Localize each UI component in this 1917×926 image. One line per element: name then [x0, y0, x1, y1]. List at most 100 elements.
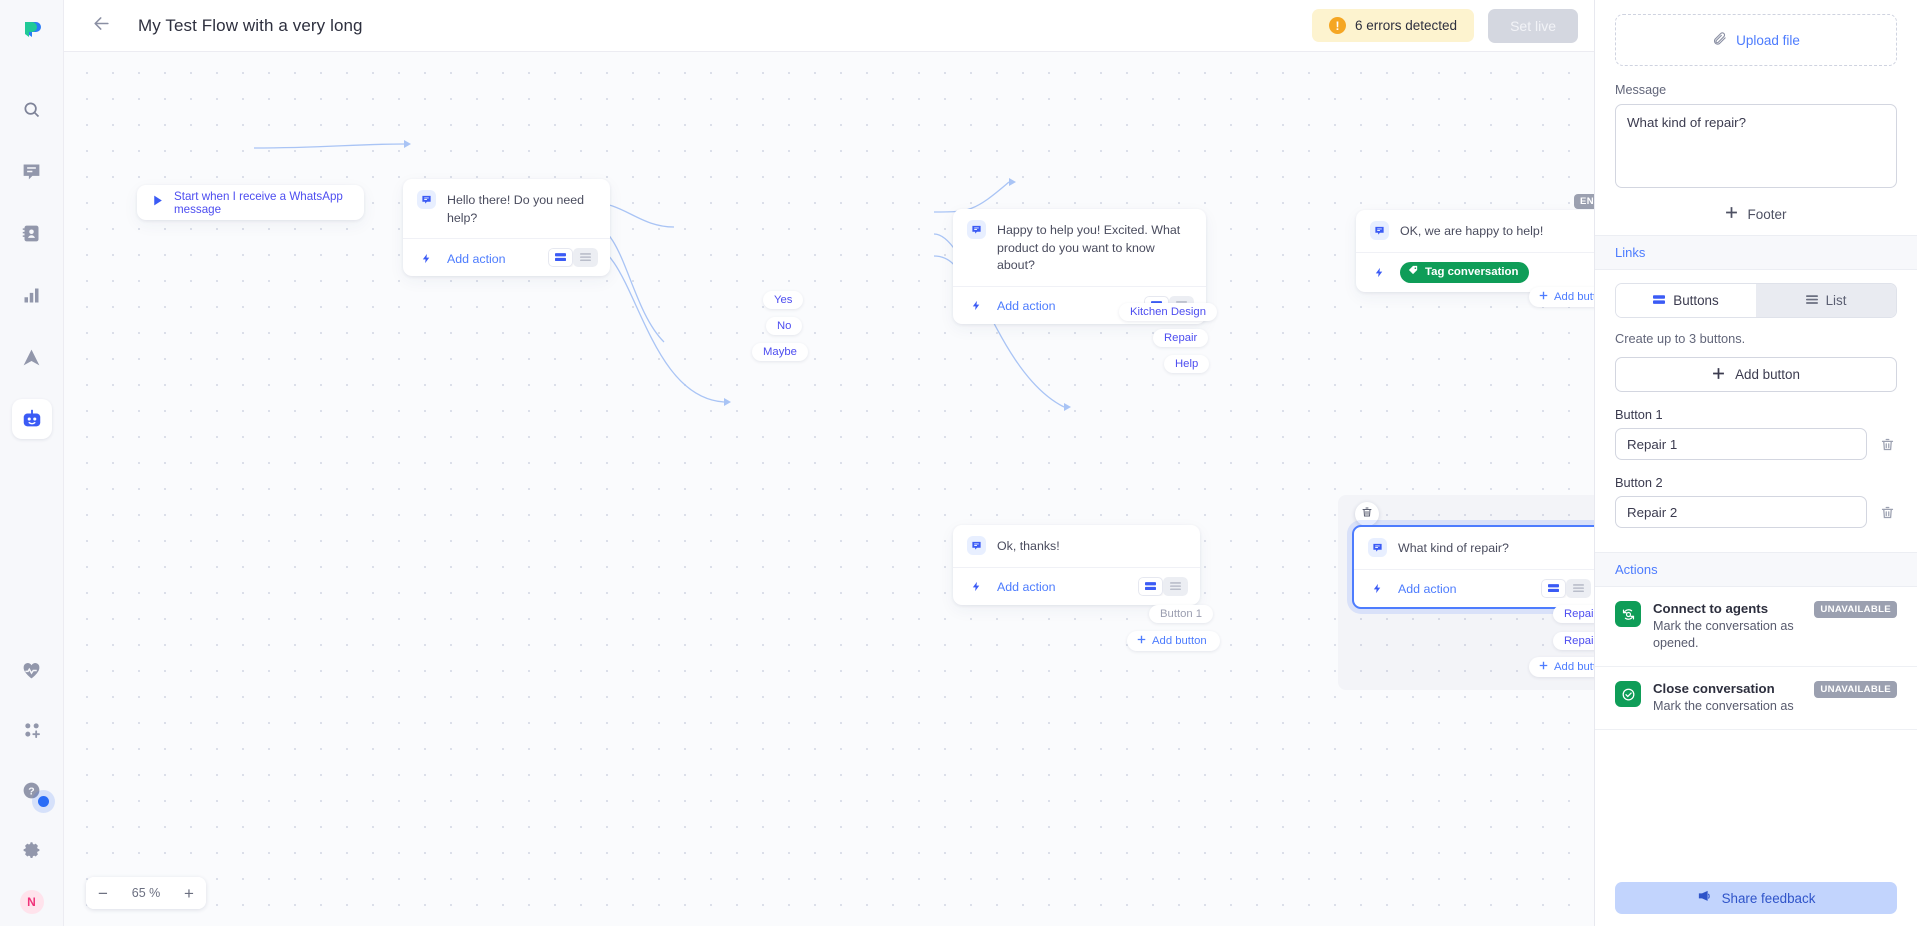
branch-pill-no[interactable]: No — [766, 317, 803, 335]
plus-icon — [1137, 635, 1146, 647]
app-logo[interactable] — [19, 17, 45, 43]
layout-toggle — [1138, 576, 1188, 596]
bolt-icon — [967, 579, 986, 593]
status-badge: UNAVAILABLE — [1814, 681, 1897, 698]
heart-pulse-icon — [21, 660, 42, 681]
rail-item-integrations[interactable] — [12, 710, 52, 750]
set-live-button[interactable]: Set live — [1488, 8, 1578, 43]
node-message-row: Happy to help you! Excited. What product… — [953, 209, 1206, 286]
branch-pill-kitchen-design[interactable]: Kitchen Design — [1119, 303, 1217, 321]
contacts-book-icon — [21, 223, 42, 244]
chat-bubble-icon — [417, 190, 436, 209]
robot-icon — [21, 408, 43, 430]
list-layout-icon[interactable] — [573, 248, 598, 268]
rail-item-settings[interactable] — [12, 830, 52, 870]
status-badge: UNAVAILABLE — [1814, 601, 1897, 618]
buttons-layout-icon[interactable] — [548, 248, 573, 268]
rail-item-search[interactable] — [12, 89, 52, 129]
rail-item-bots[interactable] — [11, 399, 52, 439]
flow-canvas[interactable]: Start when I receive a WhatsApp message … — [64, 52, 1594, 926]
chat-bubble-icon — [967, 220, 986, 239]
zoom-in-button[interactable]: + — [172, 877, 206, 909]
chat-bubble-icon — [1370, 221, 1389, 240]
node-add-button-label: Add button — [1554, 291, 1594, 303]
node-message-row: OK, we are happy to help! — [1356, 210, 1594, 252]
add-action-button[interactable]: Add action — [1398, 580, 1457, 596]
upload-file-label: Upload file — [1736, 32, 1800, 48]
button-1-row — [1615, 428, 1897, 460]
rail-item-analytics[interactable] — [12, 275, 52, 315]
node-message-row: Ok, thanks! — [953, 525, 1200, 567]
zoom-out-button[interactable]: − — [86, 877, 120, 909]
rail-item-inbox[interactable] — [12, 151, 52, 191]
bolt-icon — [1370, 265, 1389, 279]
node-message: Happy to help you! Excited. What product… — [997, 223, 1181, 273]
links-type-tabs: Buttons List — [1615, 283, 1897, 318]
action-connect-to-agents[interactable]: Connect to agents Mark the conversation … — [1595, 587, 1917, 667]
buttons-layout-icon[interactable] — [1541, 578, 1566, 598]
add-apps-icon — [22, 720, 42, 740]
help-notification-dot — [37, 796, 49, 807]
plus-icon — [1725, 206, 1738, 222]
trigger-label: Start when I receive a WhatsApp message — [174, 189, 343, 216]
tag-conversation-chip[interactable]: Tag conversation — [1400, 261, 1530, 283]
node-message: OK, we are happy to help! — [1400, 224, 1544, 238]
node-add-button[interactable]: Add button — [1529, 657, 1594, 677]
branch-pill-help[interactable]: Help — [1164, 355, 1210, 373]
delete-button-1[interactable] — [1877, 437, 1897, 452]
flow-node-ok-happy[interactable]: OK, we are happy to help! Tag conversati… — [1356, 210, 1594, 292]
button-2-row — [1615, 496, 1897, 528]
node-add-button-label: Add button — [1152, 635, 1207, 647]
buttons-hint: Create up to 3 buttons. — [1615, 331, 1746, 346]
action-title: Close conversation — [1653, 681, 1775, 696]
node-button-pill[interactable]: Button 1 — [1149, 605, 1214, 623]
tab-list[interactable]: List — [1756, 284, 1896, 317]
branch-pill-yes[interactable]: Yes — [763, 291, 804, 309]
errors-badge[interactable]: ! 6 errors detected — [1312, 9, 1475, 42]
action-close-conversation[interactable]: Close conversation Mark the conversation… — [1595, 667, 1917, 730]
rail-item-contacts[interactable] — [12, 213, 52, 253]
message-field-group: Message — [1595, 83, 1917, 193]
add-action-button[interactable]: Add action — [997, 297, 1056, 313]
back-button[interactable] — [86, 11, 116, 41]
node-footer: Add action — [403, 239, 610, 276]
add-footer-button[interactable]: Footer — [1595, 193, 1917, 235]
upload-file-button[interactable]: Upload file — [1615, 14, 1897, 66]
node-button-pill-repair-1[interactable]: Repair 1 — [1553, 605, 1594, 623]
delete-button-2[interactable] — [1877, 505, 1897, 520]
flow-node-what-kind-of-repair[interactable]: What kind of repair? Add action — [1352, 525, 1594, 609]
rail-item-help[interactable]: ? — [12, 770, 52, 810]
panel-scroll-area[interactable]: Upload file Message Footer Links Buttons — [1595, 0, 1917, 926]
add-button-button[interactable]: Add button — [1615, 357, 1897, 392]
node-button-pill-repair-2[interactable]: Repair 2 — [1553, 632, 1594, 650]
message-input[interactable] — [1615, 104, 1897, 188]
tab-buttons[interactable]: Buttons — [1616, 284, 1756, 317]
rail-item-broadcast[interactable] — [12, 337, 52, 377]
zoom-control: − 65 % + — [86, 877, 206, 909]
buttons-layout-icon[interactable] — [1138, 576, 1163, 596]
trigger-node[interactable]: Start when I receive a WhatsApp message — [137, 185, 364, 220]
plus-icon — [1539, 661, 1548, 673]
rail-item-status[interactable] — [12, 650, 52, 690]
plus-icon — [1539, 291, 1548, 303]
share-feedback-button[interactable]: Share feedback — [1615, 882, 1897, 914]
chat-bubble-icon — [1368, 538, 1387, 557]
button-1-input[interactable] — [1615, 428, 1867, 460]
node-add-button[interactable]: Add button — [1127, 631, 1220, 651]
branch-pill-maybe[interactable]: Maybe — [752, 343, 808, 361]
add-action-button[interactable]: Add action — [997, 578, 1056, 594]
left-nav-rail: ? N — [0, 0, 64, 926]
branch-pill-repair[interactable]: Repair — [1153, 329, 1209, 347]
chat-bubble-icon — [967, 536, 986, 555]
arrow-left-icon — [92, 14, 111, 38]
list-layout-icon[interactable] — [1163, 576, 1188, 596]
avatar[interactable]: N — [19, 890, 44, 914]
button-2-input[interactable] — [1615, 496, 1867, 528]
delete-node-button[interactable] — [1355, 502, 1379, 526]
properties-panel: Upload file Message Footer Links Buttons — [1594, 0, 1917, 926]
add-action-button[interactable]: Add action — [447, 250, 506, 266]
flow-node-ok-thanks[interactable]: Ok, thanks! Add action — [953, 525, 1200, 605]
node-add-button[interactable]: Add button — [1529, 287, 1594, 307]
list-layout-icon[interactable] — [1566, 578, 1591, 598]
flow-node-hello[interactable]: Hello there! Do you need help? Add actio… — [403, 179, 610, 277]
